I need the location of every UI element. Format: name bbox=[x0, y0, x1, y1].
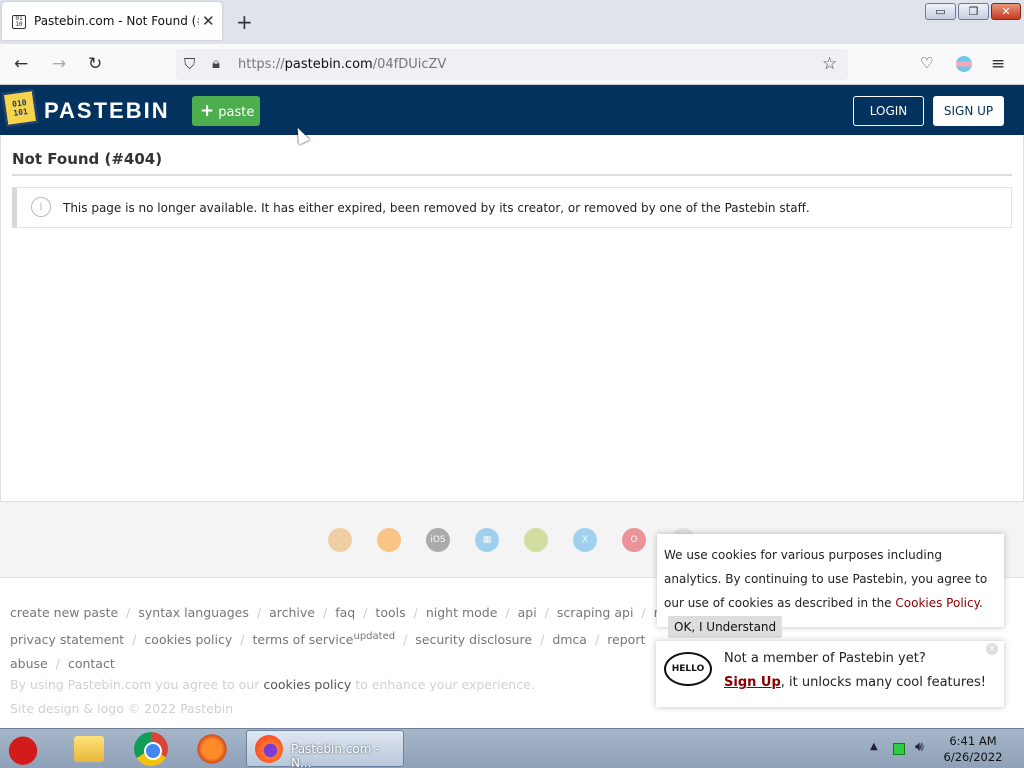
firefox-icon bbox=[255, 735, 283, 763]
bookmark-star-icon[interactable]: ☆ bbox=[822, 54, 837, 74]
cookie-ok-button[interactable]: OK, I Understand bbox=[668, 616, 783, 638]
footer-link[interactable]: tools bbox=[375, 605, 405, 620]
cookies-policy-link[interactable]: cookies policy bbox=[263, 677, 351, 692]
chrome-icon[interactable] bbox=[328, 528, 352, 552]
footer-separator: / bbox=[240, 632, 245, 648]
pastebin-favicon-icon: 01 10 bbox=[12, 15, 26, 29]
opera-icon[interactable]: O bbox=[622, 528, 646, 552]
footer-row-2: privacy statement / cookies policy / terms o… bbox=[10, 625, 730, 676]
new-tab-button[interactable]: + bbox=[236, 10, 253, 34]
close-icon[interactable]: × bbox=[986, 643, 998, 655]
windows-taskbar: Pastebin.com - N... ▲ 🔊︎ 6:41 AM 6/26/20… bbox=[0, 728, 1024, 768]
new-paste-button[interactable]: + paste bbox=[192, 96, 260, 126]
reload-icon[interactable]: ↻ bbox=[88, 54, 102, 74]
tray-expand-icon[interactable]: ▲ bbox=[870, 741, 878, 752]
account-avatar[interactable] bbox=[956, 56, 972, 72]
volume-icon[interactable]: 🔊︎ bbox=[915, 739, 924, 755]
footer-link[interactable]: contact bbox=[68, 656, 115, 671]
chrome-icon[interactable] bbox=[134, 732, 168, 766]
pastebin-logo[interactable]: 010 101 bbox=[1, 88, 39, 128]
ios-icon[interactable]: iOS bbox=[426, 528, 450, 552]
footer-links: create new paste / syntax languages / archiv… bbox=[10, 601, 730, 676]
footer-separator: / bbox=[641, 605, 646, 620]
cookies-policy-link[interactable]: Cookies Policy bbox=[895, 596, 979, 610]
hamburger-menu-icon[interactable]: ≡ bbox=[991, 54, 1005, 74]
taskbar-window-label: Pastebin.com - N... bbox=[291, 742, 380, 768]
taskbar-firefox-window[interactable]: Pastebin.com - N... bbox=[246, 730, 404, 768]
brand-name[interactable]: PASTEBIN bbox=[44, 98, 170, 124]
plus-icon: + bbox=[200, 101, 215, 121]
address-bar[interactable]: ⛉ 🔒︎ https://pastebin.com/04fDUicZV ☆ bbox=[176, 49, 848, 80]
footer-separator: / bbox=[55, 656, 60, 672]
twitter-x-icon[interactable]: X bbox=[573, 528, 597, 552]
footer-link[interactable]: security disclosure bbox=[415, 632, 532, 647]
footer-link[interactable]: api bbox=[518, 605, 537, 620]
folder-icon[interactable] bbox=[74, 736, 104, 762]
signup-button[interactable]: SIGN UP bbox=[933, 96, 1004, 126]
footer-link[interactable]: syntax languages bbox=[138, 605, 248, 620]
footer-separator: / bbox=[363, 605, 368, 620]
title-divider bbox=[12, 174, 1012, 176]
footer-link[interactable]: create new paste bbox=[10, 605, 118, 620]
footer-separator: / bbox=[544, 605, 549, 620]
copyright: Site design & logo © 2022 Pastebin bbox=[10, 701, 234, 716]
footer-separator: / bbox=[256, 605, 262, 620]
cookie-consent-popup: We use cookies for various purposes incl… bbox=[657, 534, 1004, 638]
app-icon[interactable] bbox=[195, 732, 229, 766]
notice-box: i This page is no longer available. It h… bbox=[12, 187, 1012, 228]
navigation-bar: ← → ↻ ⛉ 🔒︎ https://pastebin.com/04fDUicZ… bbox=[0, 44, 1024, 85]
footer-separator: / bbox=[540, 632, 545, 648]
footer-separator: / bbox=[132, 632, 137, 648]
tab-close-icon[interactable]: ✕ bbox=[202, 12, 215, 30]
footer-note: By using Pastebin.com you agree to our c… bbox=[10, 673, 535, 721]
page-title: Not Found (#404) bbox=[12, 150, 163, 168]
promo-signup-link[interactable]: Sign Up bbox=[724, 675, 781, 690]
tracking-shield-icon[interactable]: ⛉ bbox=[184, 55, 195, 73]
footer-separator: / bbox=[126, 605, 131, 620]
footer-separator: / bbox=[413, 605, 418, 620]
forward-arrow-icon[interactable]: → bbox=[52, 54, 66, 74]
footer-separator: / bbox=[594, 632, 600, 648]
window-maximize-button[interactable]: ❐ bbox=[958, 3, 989, 20]
promo-answer: Sign Up, it unlocks many cool features! bbox=[724, 675, 986, 690]
system-clock[interactable]: 6:41 AM 6/26/2022 bbox=[940, 733, 1006, 765]
lock-icon[interactable]: 🔒︎ bbox=[212, 54, 220, 72]
angry-birds-icon[interactable] bbox=[6, 732, 40, 766]
window-minimize-button[interactable]: ▭ bbox=[925, 3, 956, 20]
android-icon[interactable] bbox=[524, 528, 548, 552]
footer-link[interactable]: privacy statement bbox=[10, 632, 124, 647]
footer-separator: / bbox=[322, 605, 328, 620]
footer-separator: / bbox=[403, 632, 408, 648]
site-header: 010 101 PASTEBIN + paste LOGIN SIGN UP bbox=[0, 85, 1024, 135]
footer-link[interactable]: faq bbox=[335, 605, 355, 620]
footer-link[interactable]: night mode bbox=[426, 605, 498, 620]
browser-tab[interactable]: 0110 Pastebin.com - Not Found (#404) ✕ bbox=[2, 2, 222, 40]
footer-link[interactable]: dmca bbox=[552, 632, 587, 647]
back-arrow-icon[interactable]: ← bbox=[14, 54, 28, 74]
footer-link[interactable]: terms of serviceupdated bbox=[253, 631, 396, 647]
footer-link[interactable]: cookies policy bbox=[144, 632, 232, 647]
paste-button-label: paste bbox=[218, 105, 255, 120]
tab-bar: 0110 Pastebin.com - Not Found (#404) ✕ +… bbox=[0, 0, 1024, 44]
footer-link[interactable]: scraping api bbox=[557, 605, 634, 620]
promo-question: Not a member of Pastebin yet? bbox=[724, 651, 926, 666]
info-icon: i bbox=[31, 197, 51, 217]
tab-title: Pastebin.com - Not Found (#404) bbox=[34, 14, 199, 28]
pocket-icon[interactable]: ♡ bbox=[920, 54, 933, 72]
login-button[interactable]: LOGIN bbox=[853, 96, 924, 126]
hello-bubble-icon: HELLO bbox=[664, 652, 712, 686]
footer-row-1: create new paste / syntax languages / archiv… bbox=[10, 601, 730, 625]
window-close-button[interactable]: ✕ bbox=[991, 3, 1021, 20]
main-content: Not Found (#404) i This page is no longe… bbox=[0, 135, 1024, 502]
footer-separator: / bbox=[505, 605, 510, 620]
signup-promo-popup: × HELLO Not a member of Pastebin yet? Si… bbox=[656, 641, 1004, 707]
url-text[interactable]: https://pastebin.com/04fDUicZV bbox=[238, 57, 446, 72]
windows-icon[interactable]: ▦ bbox=[475, 528, 499, 552]
footer-link[interactable]: archive bbox=[269, 605, 315, 620]
network-icon[interactable] bbox=[893, 743, 905, 755]
firefox-icon[interactable] bbox=[377, 528, 401, 552]
notice-message: This page is no longer available. It has… bbox=[63, 201, 810, 215]
